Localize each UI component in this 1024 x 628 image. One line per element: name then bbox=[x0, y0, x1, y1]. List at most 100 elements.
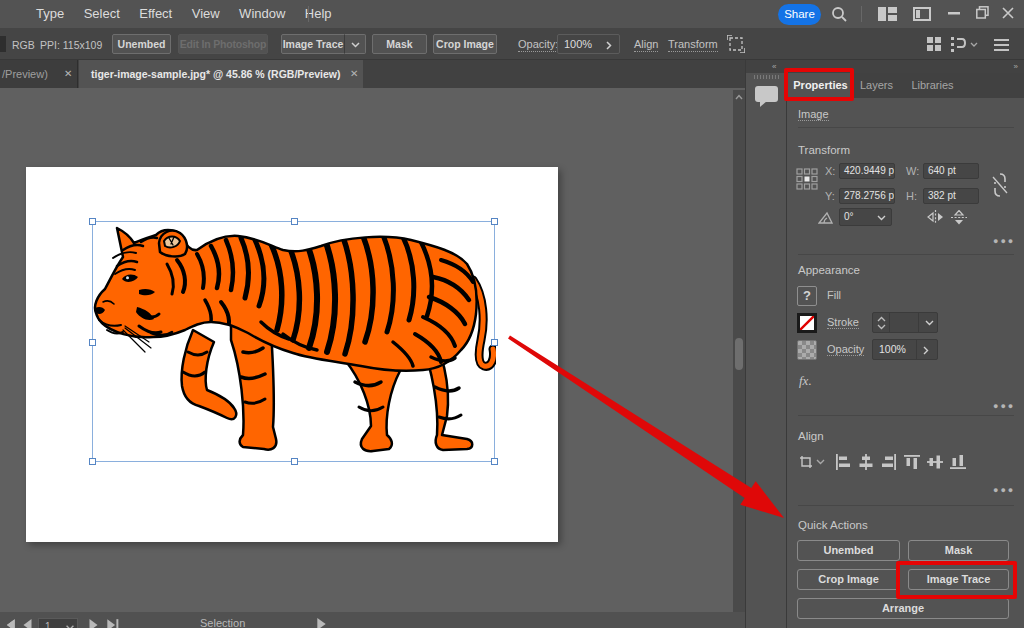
collapse-right-icon[interactable]: » bbox=[1014, 60, 1017, 73]
y-field[interactable]: 278.2756 p bbox=[839, 188, 895, 204]
status-bar: 1 Selection bbox=[0, 612, 745, 628]
qa-mask-button[interactable]: Mask bbox=[908, 540, 1009, 561]
stroke-link[interactable]: Stroke bbox=[827, 316, 859, 329]
vertical-scrollbar[interactable] bbox=[733, 90, 745, 612]
stroke-swatch[interactable] bbox=[797, 313, 817, 333]
menu-view[interactable]: View bbox=[192, 0, 220, 28]
search-icon[interactable] bbox=[831, 6, 848, 23]
panel-drag-handle[interactable] bbox=[754, 75, 780, 79]
quick-actions-title: Quick Actions bbox=[798, 519, 868, 531]
selection-handle-se[interactable] bbox=[491, 458, 498, 465]
stroke-weight-control[interactable] bbox=[872, 312, 938, 333]
selection-handle-ne[interactable] bbox=[491, 218, 498, 225]
restore-icon[interactable] bbox=[976, 6, 989, 19]
arrange-documents-icon[interactable] bbox=[950, 36, 966, 53]
document-tab-bar: /Preview) ✕ tiger-image-sample.jpg* @ 45… bbox=[0, 60, 745, 88]
x-field[interactable]: 420.9449 p bbox=[839, 163, 895, 179]
workspace-layout-icon[interactable] bbox=[878, 7, 897, 21]
flip-horizontal-icon[interactable] bbox=[927, 210, 944, 224]
rotate-angle-icon bbox=[818, 211, 833, 224]
appearance-more-options-icon[interactable]: ●●● bbox=[993, 401, 1015, 411]
selection-handle-e[interactable] bbox=[491, 339, 498, 346]
last-artboard-icon[interactable] bbox=[106, 619, 119, 628]
w-field[interactable]: 640 pt bbox=[923, 163, 979, 179]
dock-icon-strip bbox=[746, 73, 787, 628]
inactive-tab-close-icon[interactable]: ✕ bbox=[64, 60, 72, 88]
selection-handle-w[interactable] bbox=[89, 339, 96, 346]
comments-panel-icon[interactable] bbox=[755, 86, 778, 108]
menu-select[interactable]: Select bbox=[84, 0, 120, 28]
image-link[interactable]: Image bbox=[798, 108, 829, 121]
qa-arrange-button[interactable]: Arrange bbox=[797, 598, 1009, 619]
flip-vertical-icon[interactable] bbox=[951, 210, 967, 225]
align-right-icon[interactable] bbox=[881, 454, 897, 470]
qa-unembed-button[interactable]: Unembed bbox=[797, 540, 900, 561]
close-icon[interactable] bbox=[1002, 7, 1014, 19]
crop-image-button[interactable]: Crop Image bbox=[433, 34, 497, 54]
prev-artboard-icon[interactable] bbox=[22, 619, 33, 628]
opacity-link[interactable]: Opacity: bbox=[518, 37, 558, 52]
align-to-icon[interactable] bbox=[798, 454, 826, 471]
selection-handle-s[interactable] bbox=[291, 458, 298, 465]
document-tab-active[interactable]: tiger-image-sample.jpg* @ 45.86 % (RGB/P… bbox=[79, 60, 363, 88]
mask-button[interactable]: Mask bbox=[372, 34, 427, 54]
tiger-image[interactable] bbox=[93, 222, 496, 463]
selection-handle-nw[interactable] bbox=[89, 218, 96, 225]
transform-more-options-icon[interactable]: ●●● bbox=[993, 236, 1015, 246]
align-link[interactable]: Align bbox=[634, 37, 658, 52]
panel-opacity-expand-icon[interactable] bbox=[923, 346, 929, 355]
tab-libraries[interactable]: Libraries bbox=[905, 73, 960, 98]
document-tab-inactive[interactable]: /Preview) ✕ bbox=[0, 60, 78, 88]
scrollbar-thumb[interactable] bbox=[735, 338, 743, 370]
ppi-label: PPI: 115x109 bbox=[40, 35, 102, 55]
active-tab-close-icon[interactable]: ✕ bbox=[350, 60, 358, 88]
panel-opacity-field[interactable]: 100% bbox=[872, 339, 938, 360]
menu-list-icon[interactable] bbox=[994, 39, 1009, 51]
selection-handle-sw[interactable] bbox=[89, 458, 96, 465]
next-artboard-icon[interactable] bbox=[88, 619, 99, 628]
rotate-dropdown-icon[interactable] bbox=[877, 215, 886, 221]
image-trace-button[interactable]: Image Trace bbox=[281, 34, 345, 54]
transform-link[interactable]: Transform bbox=[668, 37, 718, 52]
align-vertical-center-icon[interactable] bbox=[927, 454, 943, 470]
edit-in-photoshop-button[interactable]: Edit In Photoshop bbox=[178, 34, 268, 54]
image-trace-dropdown[interactable] bbox=[344, 34, 366, 54]
first-artboard-icon[interactable] bbox=[3, 619, 16, 628]
align-horizontal-center-icon[interactable] bbox=[858, 454, 874, 470]
collapse-left-icon[interactable]: « bbox=[772, 60, 775, 73]
unembed-button[interactable]: Unembed bbox=[112, 34, 171, 54]
stroke-stepper-icon[interactable] bbox=[877, 316, 886, 330]
align-left-icon[interactable] bbox=[835, 454, 851, 470]
align-more-options-icon[interactable]: ●●● bbox=[993, 485, 1015, 495]
highlight-image-trace-button bbox=[896, 561, 1017, 599]
fill-unknown-swatch[interactable]: ? bbox=[797, 286, 817, 306]
selection-handle-n[interactable] bbox=[291, 218, 298, 225]
panel-opacity-link[interactable]: Opacity bbox=[827, 343, 864, 356]
workspace-grid-icon[interactable] bbox=[927, 37, 941, 51]
document-window-icon[interactable] bbox=[913, 7, 931, 21]
opacity-expand-icon[interactable] bbox=[606, 41, 612, 50]
reference-point-icon[interactable] bbox=[796, 168, 818, 190]
arrange-documents-chevron-icon[interactable] bbox=[970, 42, 978, 48]
constrain-proportions-icon[interactable] bbox=[991, 172, 1009, 198]
artboard-number-dropdown[interactable]: 1 bbox=[38, 618, 78, 628]
menu-type[interactable]: Type bbox=[36, 0, 64, 28]
rotate-field[interactable]: 0° bbox=[839, 208, 892, 226]
status-play-icon[interactable] bbox=[316, 618, 327, 628]
stroke-width-dropdown-icon[interactable] bbox=[925, 320, 934, 326]
align-top-icon[interactable] bbox=[904, 454, 920, 470]
minimize-icon[interactable] bbox=[948, 12, 960, 15]
qa-crop-image-button[interactable]: Crop Image bbox=[797, 569, 900, 590]
menu-window[interactable]: Window bbox=[239, 0, 285, 28]
opacity-swatch[interactable] bbox=[797, 340, 817, 360]
free-transform-icon[interactable] bbox=[727, 35, 745, 53]
fx-effects-button[interactable]: fx. bbox=[799, 373, 812, 389]
align-bottom-icon[interactable] bbox=[950, 454, 966, 470]
h-field[interactable]: 382 pt bbox=[923, 188, 979, 204]
share-button[interactable]: Share bbox=[778, 4, 821, 25]
scroll-up-icon[interactable] bbox=[735, 94, 743, 100]
menu-effect[interactable]: Effect bbox=[139, 0, 172, 28]
selection-bounding-box[interactable] bbox=[92, 221, 495, 462]
opacity-field[interactable]: 100% bbox=[557, 34, 620, 54]
tab-layers[interactable]: Layers bbox=[854, 73, 899, 98]
